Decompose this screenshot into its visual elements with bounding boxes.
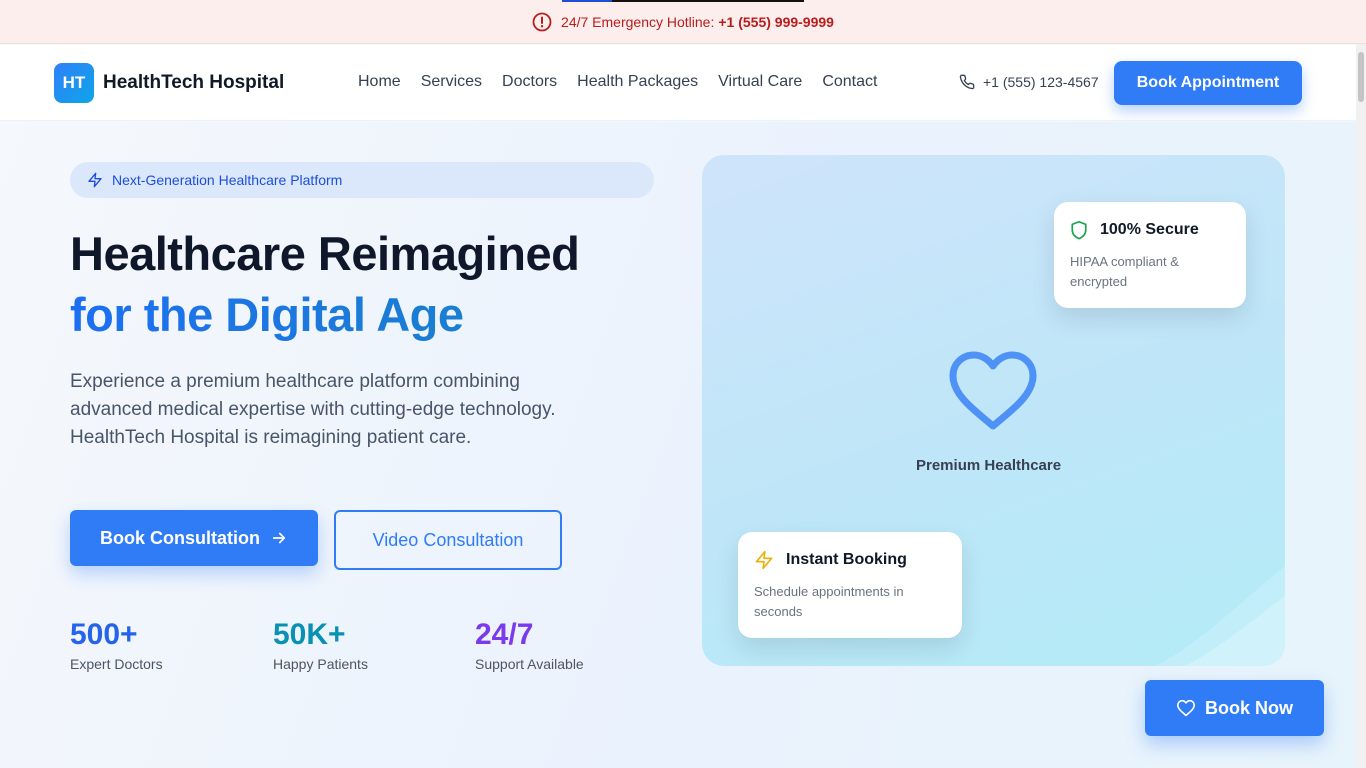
hero-description: Experience a premium healthcare platform… <box>70 371 556 448</box>
stat-patients-value: 50K+ <box>273 618 346 651</box>
visual-label: Premium Healthcare <box>916 457 1062 474</box>
book-appointment-button[interactable]: Book Appointment <box>1114 61 1302 105</box>
page-progress-fill <box>562 0 612 2</box>
secure-card: 100% Secure HIPAA compliant & encrypted <box>1054 202 1246 308</box>
logo-text[interactable]: HealthTech Hospital <box>103 72 284 94</box>
platform-badge: Next-Generation Healthcare Platform <box>70 162 654 198</box>
heart-icon <box>1177 699 1195 717</box>
video-consultation-button[interactable]: Video Consultation <box>334 510 562 570</box>
booking-card-desc: Schedule appointments in seconds <box>754 584 904 619</box>
book-consultation-label: Book Consultation <box>100 527 260 548</box>
heart-icon <box>949 351 1037 430</box>
site-header: HT HealthTech Hospital Home Services Doc… <box>0 45 1366 121</box>
stat-doctors: 500+ Expert Doctors <box>70 618 163 672</box>
platform-badge-text: Next-Generation Healthcare Platform <box>112 172 343 188</box>
phone-icon <box>959 74 975 90</box>
shield-icon <box>1071 220 1087 240</box>
main-nav: Home Services Doctors Health Packages Vi… <box>358 73 877 91</box>
nav-contact[interactable]: Contact <box>822 73 877 91</box>
emergency-banner: 24/7 Emergency Hotline: +1 (555) 999-999… <box>0 0 1366 44</box>
hero-title-line1: Healthcare Reimagined <box>70 227 580 280</box>
book-consultation-button[interactable]: Book Consultation <box>70 510 318 566</box>
nav-doctors[interactable]: Doctors <box>502 73 557 91</box>
booking-card-title: Instant Booking <box>786 551 907 568</box>
header-phone-link[interactable]: +1 (555) 123-4567 <box>959 74 1099 90</box>
logo-badge[interactable]: HT <box>54 63 94 103</box>
scrollbar-thumb[interactable] <box>1358 52 1364 102</box>
stat-doctors-value: 500+ <box>70 618 138 651</box>
lightning-icon <box>88 172 102 188</box>
nav-services[interactable]: Services <box>421 73 482 91</box>
stat-doctors-label: Expert Doctors <box>70 656 163 672</box>
nav-home[interactable]: Home <box>358 73 401 91</box>
lightning-icon <box>755 550 773 570</box>
booking-card: Instant Booking Schedule appointments in… <box>738 532 962 638</box>
stat-support: 24/7 Support Available <box>475 618 584 672</box>
page-scrollbar[interactable] <box>1356 44 1366 768</box>
stat-patients-label: Happy Patients <box>273 656 368 672</box>
emergency-phone-link[interactable]: +1 (555) 999-9999 <box>718 14 834 30</box>
stat-support-value: 24/7 <box>475 618 534 651</box>
stat-patients: 50K+ Happy Patients <box>273 618 368 672</box>
header-phone-text: +1 (555) 123-4567 <box>983 74 1099 90</box>
stat-support-label: Support Available <box>475 656 584 672</box>
alert-circle-icon <box>532 12 552 32</box>
book-now-label: Book Now <box>1205 697 1293 718</box>
emergency-text: 24/7 Emergency Hotline: <box>561 13 715 30</box>
hero-title-line2: for the Digital Age <box>70 288 464 341</box>
wave-decoration <box>1155 566 1285 666</box>
nav-health-packages[interactable]: Health Packages <box>577 73 698 91</box>
secure-card-title: 100% Secure <box>1100 221 1199 238</box>
book-now-floating-button[interactable]: Book Now <box>1145 680 1324 736</box>
arrow-right-icon <box>272 532 286 544</box>
nav-virtual-care[interactable]: Virtual Care <box>718 73 802 91</box>
secure-card-desc: HIPAA compliant & encrypted <box>1070 254 1179 289</box>
